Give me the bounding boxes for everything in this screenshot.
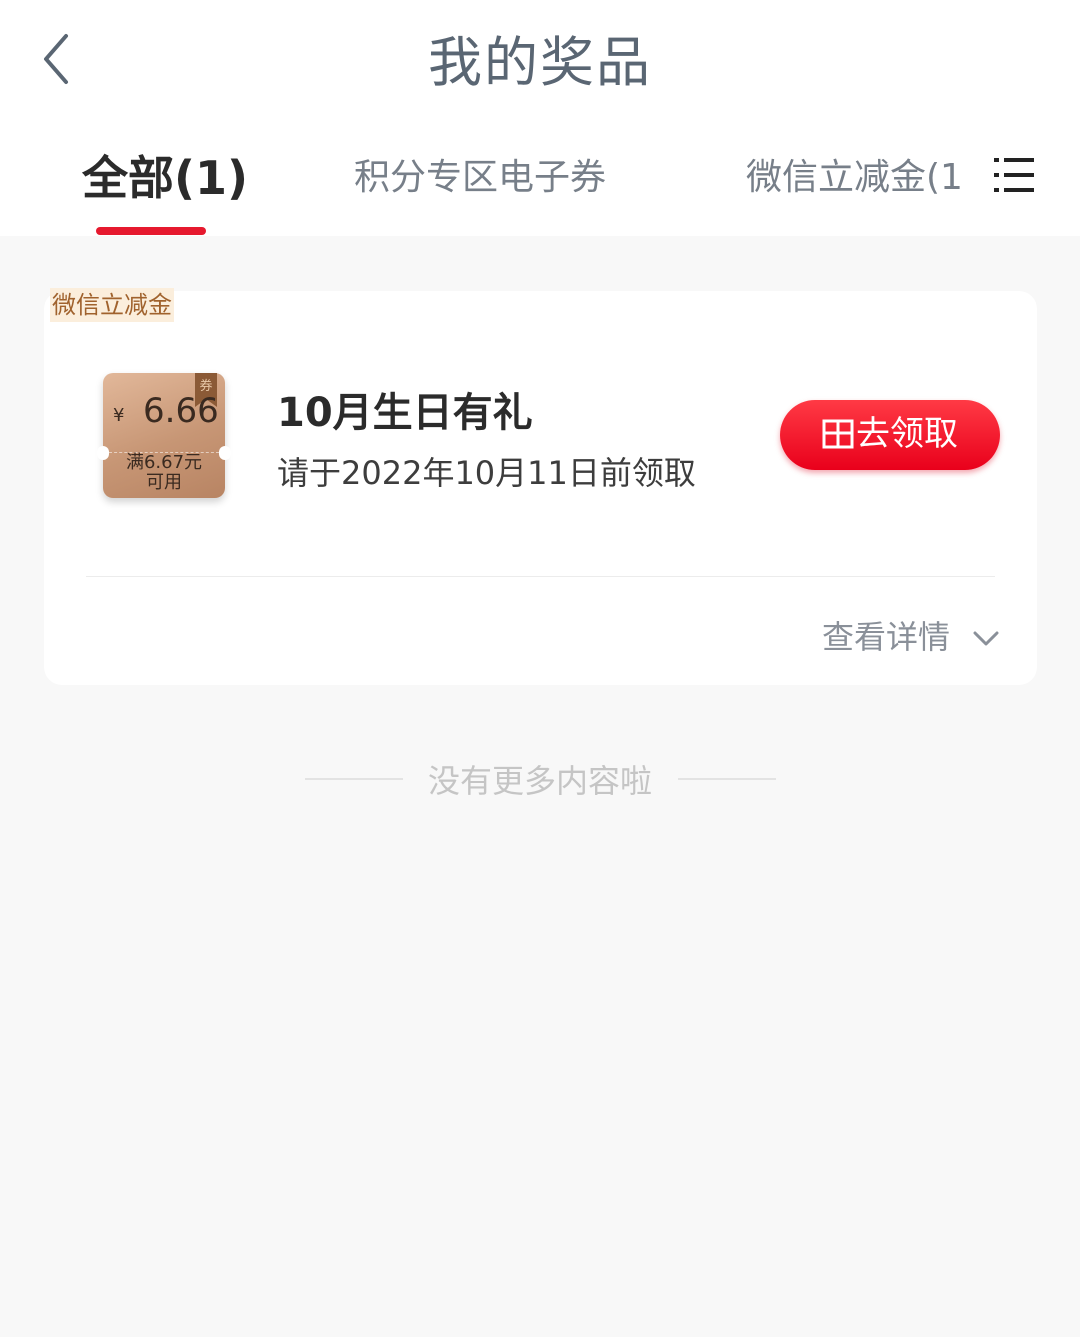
claim-button-label: 去领取 (856, 414, 958, 454)
claim-button[interactable]: 去领取 (780, 400, 1000, 470)
prize-title: 10月生日有礼 (277, 390, 533, 436)
page-title: 我的奖品 (428, 31, 652, 94)
prize-deadline: 请于2022年10月11日前领取 (277, 454, 696, 492)
wallet-icon (822, 419, 854, 449)
my-prizes-page: 我的奖品 全部(1) 积分专区电子券 微信立减金(1 微信立减金 券 ¥ 6.6… (0, 0, 1080, 1337)
card-divider (86, 576, 995, 577)
coupon-amount: 6.66 (143, 391, 219, 431)
coupon-currency: ¥ (113, 405, 125, 426)
chevron-down-icon (973, 631, 999, 646)
tab-wechat-discount[interactable]: 微信立减金(1 (746, 148, 963, 208)
end-line-right (678, 778, 776, 780)
active-tab-indicator (96, 227, 206, 235)
no-more-content-text: 没有更多内容啦 (427, 762, 652, 800)
list-menu-icon (994, 158, 1034, 192)
tab-points-ecoupons[interactable]: 积分专区电子券 (354, 148, 606, 208)
tab-all[interactable]: 全部(1) (82, 148, 248, 208)
view-details-toggle[interactable] (972, 628, 1000, 648)
coupon-condition: 满6.67元 可用 (103, 453, 225, 493)
coupon-graphic: 券 ¥ 6.66 满6.67元 可用 (97, 373, 231, 498)
view-details-link[interactable]: 查看详情 (822, 612, 950, 658)
tab-menu-button[interactable] (994, 155, 1036, 195)
coupon-condition-line2: 可用 (146, 472, 182, 493)
header: 我的奖品 全部(1) 积分专区电子券 微信立减金(1 (0, 0, 1080, 236)
coupon-condition-line1: 满6.67元 (125, 452, 203, 473)
prize-category-tag: 微信立减金 (50, 288, 174, 322)
